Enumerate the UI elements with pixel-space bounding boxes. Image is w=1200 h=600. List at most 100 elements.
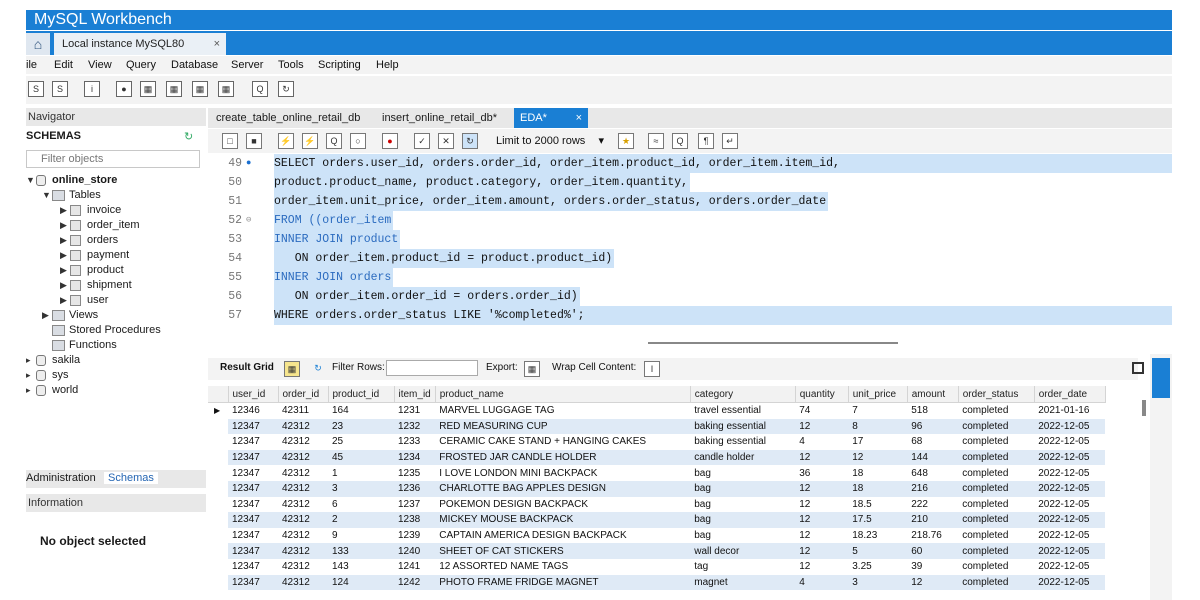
table-item[interactable]: ▶ product bbox=[60, 264, 124, 276]
column-header[interactable]: user_id bbox=[228, 386, 279, 403]
export-icon[interactable]: ▦ bbox=[524, 361, 540, 377]
row-selector[interactable] bbox=[208, 543, 228, 559]
row-selector[interactable] bbox=[208, 449, 228, 466]
menu-tools[interactable]: Tools bbox=[278, 59, 304, 71]
table-cell[interactable]: FROSTED JAR CANDLE HOLDER bbox=[435, 449, 691, 466]
table-cell[interactable]: bag bbox=[690, 496, 796, 513]
table-row[interactable]: 12347 42312 3 1236 CHARLOTTE BAG APPLES DESI… bbox=[208, 480, 1106, 497]
filter-rows-input[interactable] bbox=[386, 360, 478, 376]
caret-right-icon[interactable]: ▶ bbox=[60, 220, 70, 231]
table-cell[interactable]: bag bbox=[690, 480, 796, 497]
table-item[interactable]: ▶ user bbox=[60, 294, 108, 306]
caret-right-icon[interactable]: ▸ bbox=[26, 355, 36, 366]
autocommit-icon[interactable]: ↻ bbox=[462, 133, 478, 149]
row-selector[interactable] bbox=[208, 465, 228, 481]
table-cell[interactable]: MICKEY MOUSE BACKPACK bbox=[435, 512, 691, 528]
table-cell[interactable]: 3.25 bbox=[848, 558, 908, 575]
result-grid-label[interactable]: Result Grid bbox=[220, 362, 274, 373]
caret-right-icon[interactable]: ▸ bbox=[26, 370, 36, 381]
close-icon[interactable]: × bbox=[576, 108, 582, 128]
menu-edit[interactable]: Edit bbox=[54, 59, 73, 71]
table-cell[interactable]: 42312 bbox=[278, 512, 328, 528]
table-cell[interactable]: 1236 bbox=[394, 480, 436, 497]
tab-create-table[interactable]: create_table_online_retail_db bbox=[210, 108, 366, 128]
table-row[interactable]: 12347 42312 9 1239 CAPTAIN AMERICA DESIGN BA… bbox=[208, 527, 1106, 544]
table-cell[interactable]: 18 bbox=[848, 465, 908, 481]
caret-right-icon[interactable]: ▶ bbox=[60, 205, 70, 216]
table-cell[interactable]: 1241 bbox=[394, 558, 436, 575]
editor-horizontal-scrollbar[interactable] bbox=[648, 342, 898, 344]
table-cell[interactable]: 2022-12-05 bbox=[1034, 574, 1106, 591]
table-cell[interactable]: 42312 bbox=[278, 449, 328, 466]
search-table-data-icon[interactable]: Q bbox=[252, 81, 268, 97]
table-cell[interactable]: 2022-12-05 bbox=[1034, 527, 1106, 544]
caret-right-icon[interactable]: ▸ bbox=[26, 385, 36, 396]
table-cell[interactable]: 12347 bbox=[228, 512, 278, 528]
table-cell[interactable]: completed bbox=[958, 418, 1035, 435]
result-grid-side-button[interactable] bbox=[1152, 358, 1170, 398]
table-item[interactable]: ▶ order_item bbox=[60, 219, 140, 231]
column-header[interactable]: item_id bbox=[394, 386, 436, 403]
row-selector[interactable] bbox=[208, 496, 228, 513]
table-cell[interactable]: PHOTO FRAME FRIDGE MAGNET bbox=[435, 574, 691, 591]
table-cell[interactable]: 5 bbox=[848, 543, 908, 559]
table-cell[interactable]: 2022-12-05 bbox=[1034, 496, 1106, 513]
commit-icon[interactable]: ✓ bbox=[414, 133, 430, 149]
find-icon[interactable]: Q bbox=[672, 133, 688, 149]
grid-vertical-scrollbar[interactable] bbox=[1142, 400, 1146, 416]
table-cell[interactable]: 36 bbox=[795, 465, 849, 481]
table-cell[interactable]: 12 bbox=[795, 449, 849, 466]
caret-right-icon[interactable]: ▶ bbox=[42, 310, 52, 321]
schema-item[interactable]: ▸ world bbox=[26, 384, 78, 396]
table-cell[interactable]: 2022-12-05 bbox=[1034, 465, 1106, 481]
menu-query[interactable]: Query bbox=[126, 59, 156, 71]
table-cell[interactable]: travel essential bbox=[690, 402, 796, 419]
table-cell[interactable]: 143 bbox=[328, 558, 394, 575]
table-row[interactable]: 12347 42312 6 1237 POKEMON DESIGN BACKPACK ba… bbox=[208, 496, 1106, 513]
table-cell[interactable]: 12 bbox=[795, 496, 849, 513]
current-row-arrow-icon[interactable]: ▶ bbox=[208, 402, 228, 419]
table-cell[interactable]: 2022-12-05 bbox=[1034, 434, 1106, 450]
wrap-cell-content-icon[interactable]: I bbox=[644, 361, 660, 377]
caret-right-icon[interactable]: ▶ bbox=[60, 295, 70, 306]
table-row[interactable]: 12347 42312 143 1241 12 ASSORTED NAME TAGS ta… bbox=[208, 558, 1106, 575]
table-cell[interactable]: wall decor bbox=[690, 543, 796, 559]
functions-folder[interactable]: Functions bbox=[52, 339, 117, 351]
table-cell[interactable]: 12 bbox=[795, 418, 849, 435]
table-cell[interactable]: 18.23 bbox=[848, 527, 908, 544]
create-schema-icon[interactable]: ● bbox=[116, 81, 132, 97]
table-cell[interactable]: 42312 bbox=[278, 496, 328, 513]
table-cell[interactable]: I LOVE LONDON MINI BACKPACK bbox=[435, 465, 691, 481]
menu-scripting[interactable]: Scripting bbox=[318, 59, 361, 71]
sql-editor[interactable]: 49 ● SELECT orders.user_id, orders.order_i… bbox=[208, 154, 1172, 344]
table-cell[interactable]: 1240 bbox=[394, 543, 436, 559]
table-cell[interactable]: 68 bbox=[907, 434, 959, 450]
table-cell[interactable]: 12347 bbox=[228, 527, 278, 544]
inspector-icon[interactable]: i bbox=[84, 81, 100, 97]
stored-procedures-folder[interactable]: Stored Procedures bbox=[52, 324, 161, 336]
table-cell[interactable]: completed bbox=[958, 465, 1035, 481]
table-cell[interactable]: completed bbox=[958, 480, 1035, 497]
row-selector[interactable] bbox=[208, 434, 228, 450]
table-item[interactable]: ▶ orders bbox=[60, 234, 118, 246]
home-icon[interactable]: ⌂ bbox=[26, 33, 50, 55]
table-cell[interactable]: 1234 bbox=[394, 449, 436, 466]
menu-view[interactable]: View bbox=[88, 59, 112, 71]
row-selector[interactable] bbox=[208, 574, 228, 591]
column-header[interactable]: unit_price bbox=[848, 386, 908, 403]
table-cell[interactable]: 12347 bbox=[228, 543, 278, 559]
table-cell[interactable]: 12346 bbox=[228, 402, 278, 419]
table-cell[interactable]: 45 bbox=[328, 449, 394, 466]
result-grid[interactable]: user_id order_id product_id item_id prod… bbox=[208, 386, 1138, 600]
table-cell[interactable]: 2021-01-16 bbox=[1034, 402, 1106, 419]
create-function-icon[interactable]: ▦ bbox=[218, 81, 234, 97]
connection-tab[interactable]: Local instance MySQL80 × bbox=[54, 33, 226, 55]
toggle-errors-icon[interactable]: ● bbox=[382, 133, 398, 149]
limit-rows-select[interactable]: Limit to 2000 rows ▾ bbox=[496, 133, 604, 149]
caret-down-icon[interactable]: ▼ bbox=[42, 190, 52, 200]
table-cell[interactable]: 144 bbox=[907, 449, 959, 466]
table-cell[interactable]: 12 bbox=[795, 512, 849, 528]
column-header[interactable]: order_date bbox=[1034, 386, 1106, 403]
reconnect-icon[interactable]: ↻ bbox=[278, 81, 294, 97]
column-header[interactable]: amount bbox=[907, 386, 959, 403]
